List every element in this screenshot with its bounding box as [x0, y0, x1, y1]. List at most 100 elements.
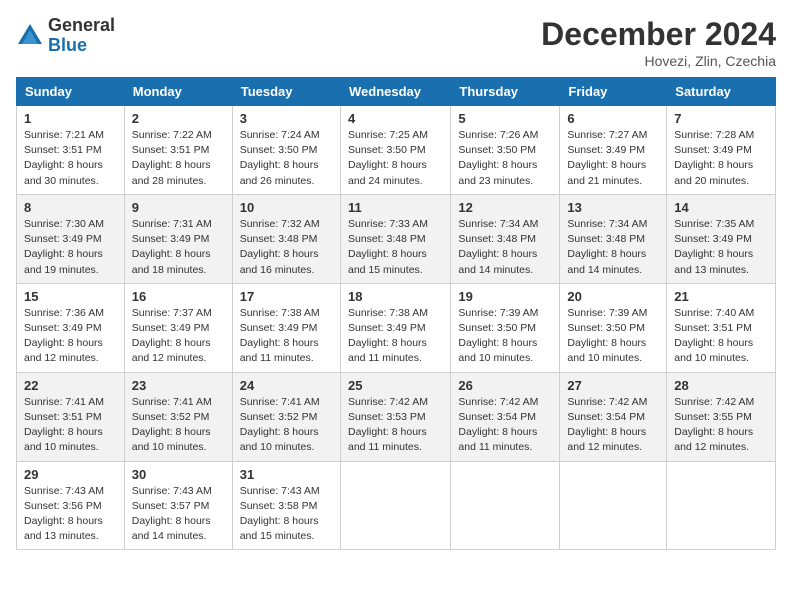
day-info: Sunrise: 7:42 AM Sunset: 3:54 PM Dayligh…	[567, 395, 659, 456]
calendar-cell: 12 Sunrise: 7:34 AM Sunset: 3:48 PM Dayl…	[451, 194, 560, 283]
day-number: 21	[674, 289, 768, 304]
day-number: 29	[24, 467, 117, 482]
day-info: Sunrise: 7:26 AM Sunset: 3:50 PM Dayligh…	[458, 128, 552, 189]
day-number: 23	[132, 378, 225, 393]
logo-blue: Blue	[48, 36, 115, 56]
day-number: 6	[567, 111, 659, 126]
calendar-cell: 6 Sunrise: 7:27 AM Sunset: 3:49 PM Dayli…	[560, 106, 667, 195]
logo: General Blue	[16, 16, 115, 56]
calendar-cell: 17 Sunrise: 7:38 AM Sunset: 3:49 PM Dayl…	[232, 283, 340, 372]
day-number: 4	[348, 111, 443, 126]
calendar-cell: 22 Sunrise: 7:41 AM Sunset: 3:51 PM Dayl…	[17, 372, 125, 461]
calendar-cell: 30 Sunrise: 7:43 AM Sunset: 3:57 PM Dayl…	[124, 461, 232, 550]
day-info: Sunrise: 7:43 AM Sunset: 3:58 PM Dayligh…	[240, 484, 333, 545]
day-info: Sunrise: 7:41 AM Sunset: 3:51 PM Dayligh…	[24, 395, 117, 456]
day-number: 30	[132, 467, 225, 482]
day-number: 25	[348, 378, 443, 393]
day-info: Sunrise: 7:32 AM Sunset: 3:48 PM Dayligh…	[240, 217, 333, 278]
calendar-cell: 26 Sunrise: 7:42 AM Sunset: 3:54 PM Dayl…	[451, 372, 560, 461]
calendar-cell: 24 Sunrise: 7:41 AM Sunset: 3:52 PM Dayl…	[232, 372, 340, 461]
day-info: Sunrise: 7:37 AM Sunset: 3:49 PM Dayligh…	[132, 306, 225, 367]
day-info: Sunrise: 7:21 AM Sunset: 3:51 PM Dayligh…	[24, 128, 117, 189]
title-block: December 2024 Hovezi, Zlin, Czechia	[541, 16, 776, 69]
day-info: Sunrise: 7:39 AM Sunset: 3:50 PM Dayligh…	[567, 306, 659, 367]
calendar-header-row: SundayMondayTuesdayWednesdayThursdayFrid…	[17, 78, 776, 106]
calendar-cell: 5 Sunrise: 7:26 AM Sunset: 3:50 PM Dayli…	[451, 106, 560, 195]
day-info: Sunrise: 7:27 AM Sunset: 3:49 PM Dayligh…	[567, 128, 659, 189]
day-number: 13	[567, 200, 659, 215]
day-info: Sunrise: 7:36 AM Sunset: 3:49 PM Dayligh…	[24, 306, 117, 367]
calendar-cell: 28 Sunrise: 7:42 AM Sunset: 3:55 PM Dayl…	[667, 372, 776, 461]
day-number: 5	[458, 111, 552, 126]
day-info: Sunrise: 7:42 AM Sunset: 3:54 PM Dayligh…	[458, 395, 552, 456]
calendar-week-3: 22 Sunrise: 7:41 AM Sunset: 3:51 PM Dayl…	[17, 372, 776, 461]
day-number: 2	[132, 111, 225, 126]
day-info: Sunrise: 7:38 AM Sunset: 3:49 PM Dayligh…	[240, 306, 333, 367]
calendar-cell: 25 Sunrise: 7:42 AM Sunset: 3:53 PM Dayl…	[340, 372, 450, 461]
day-number: 17	[240, 289, 333, 304]
calendar-cell: 9 Sunrise: 7:31 AM Sunset: 3:49 PM Dayli…	[124, 194, 232, 283]
day-info: Sunrise: 7:41 AM Sunset: 3:52 PM Dayligh…	[132, 395, 225, 456]
calendar-table: SundayMondayTuesdayWednesdayThursdayFrid…	[16, 77, 776, 550]
day-info: Sunrise: 7:41 AM Sunset: 3:52 PM Dayligh…	[240, 395, 333, 456]
month-title: December 2024	[541, 16, 776, 53]
calendar-cell: 16 Sunrise: 7:37 AM Sunset: 3:49 PM Dayl…	[124, 283, 232, 372]
calendar-cell: 14 Sunrise: 7:35 AM Sunset: 3:49 PM Dayl…	[667, 194, 776, 283]
calendar-cell: 8 Sunrise: 7:30 AM Sunset: 3:49 PM Dayli…	[17, 194, 125, 283]
day-number: 8	[24, 200, 117, 215]
column-header-thursday: Thursday	[451, 78, 560, 106]
column-header-saturday: Saturday	[667, 78, 776, 106]
calendar-cell: 11 Sunrise: 7:33 AM Sunset: 3:48 PM Dayl…	[340, 194, 450, 283]
calendar-cell	[340, 461, 450, 550]
day-number: 27	[567, 378, 659, 393]
day-number: 11	[348, 200, 443, 215]
calendar-cell: 29 Sunrise: 7:43 AM Sunset: 3:56 PM Dayl…	[17, 461, 125, 550]
day-info: Sunrise: 7:42 AM Sunset: 3:55 PM Dayligh…	[674, 395, 768, 456]
day-number: 7	[674, 111, 768, 126]
calendar-cell: 23 Sunrise: 7:41 AM Sunset: 3:52 PM Dayl…	[124, 372, 232, 461]
calendar-cell: 10 Sunrise: 7:32 AM Sunset: 3:48 PM Dayl…	[232, 194, 340, 283]
day-number: 31	[240, 467, 333, 482]
day-number: 28	[674, 378, 768, 393]
day-info: Sunrise: 7:39 AM Sunset: 3:50 PM Dayligh…	[458, 306, 552, 367]
day-number: 15	[24, 289, 117, 304]
day-number: 22	[24, 378, 117, 393]
day-number: 1	[24, 111, 117, 126]
day-number: 24	[240, 378, 333, 393]
calendar-week-4: 29 Sunrise: 7:43 AM Sunset: 3:56 PM Dayl…	[17, 461, 776, 550]
day-number: 26	[458, 378, 552, 393]
column-header-friday: Friday	[560, 78, 667, 106]
column-header-sunday: Sunday	[17, 78, 125, 106]
day-info: Sunrise: 7:42 AM Sunset: 3:53 PM Dayligh…	[348, 395, 443, 456]
calendar-cell: 1 Sunrise: 7:21 AM Sunset: 3:51 PM Dayli…	[17, 106, 125, 195]
calendar-week-2: 15 Sunrise: 7:36 AM Sunset: 3:49 PM Dayl…	[17, 283, 776, 372]
day-info: Sunrise: 7:31 AM Sunset: 3:49 PM Dayligh…	[132, 217, 225, 278]
calendar-cell: 19 Sunrise: 7:39 AM Sunset: 3:50 PM Dayl…	[451, 283, 560, 372]
day-number: 19	[458, 289, 552, 304]
logo-general: General	[48, 16, 115, 36]
day-number: 14	[674, 200, 768, 215]
day-info: Sunrise: 7:25 AM Sunset: 3:50 PM Dayligh…	[348, 128, 443, 189]
calendar-cell: 3 Sunrise: 7:24 AM Sunset: 3:50 PM Dayli…	[232, 106, 340, 195]
calendar-cell	[560, 461, 667, 550]
calendar-cell	[667, 461, 776, 550]
day-info: Sunrise: 7:43 AM Sunset: 3:56 PM Dayligh…	[24, 484, 117, 545]
day-number: 12	[458, 200, 552, 215]
day-info: Sunrise: 7:34 AM Sunset: 3:48 PM Dayligh…	[567, 217, 659, 278]
logo-icon	[16, 22, 44, 50]
calendar-cell: 15 Sunrise: 7:36 AM Sunset: 3:49 PM Dayl…	[17, 283, 125, 372]
day-number: 10	[240, 200, 333, 215]
calendar-week-0: 1 Sunrise: 7:21 AM Sunset: 3:51 PM Dayli…	[17, 106, 776, 195]
column-header-wednesday: Wednesday	[340, 78, 450, 106]
calendar-cell: 18 Sunrise: 7:38 AM Sunset: 3:49 PM Dayl…	[340, 283, 450, 372]
column-header-monday: Monday	[124, 78, 232, 106]
day-info: Sunrise: 7:24 AM Sunset: 3:50 PM Dayligh…	[240, 128, 333, 189]
day-info: Sunrise: 7:40 AM Sunset: 3:51 PM Dayligh…	[674, 306, 768, 367]
calendar-cell: 20 Sunrise: 7:39 AM Sunset: 3:50 PM Dayl…	[560, 283, 667, 372]
day-info: Sunrise: 7:30 AM Sunset: 3:49 PM Dayligh…	[24, 217, 117, 278]
calendar-cell: 31 Sunrise: 7:43 AM Sunset: 3:58 PM Dayl…	[232, 461, 340, 550]
day-number: 3	[240, 111, 333, 126]
day-number: 9	[132, 200, 225, 215]
day-info: Sunrise: 7:34 AM Sunset: 3:48 PM Dayligh…	[458, 217, 552, 278]
calendar-cell: 7 Sunrise: 7:28 AM Sunset: 3:49 PM Dayli…	[667, 106, 776, 195]
